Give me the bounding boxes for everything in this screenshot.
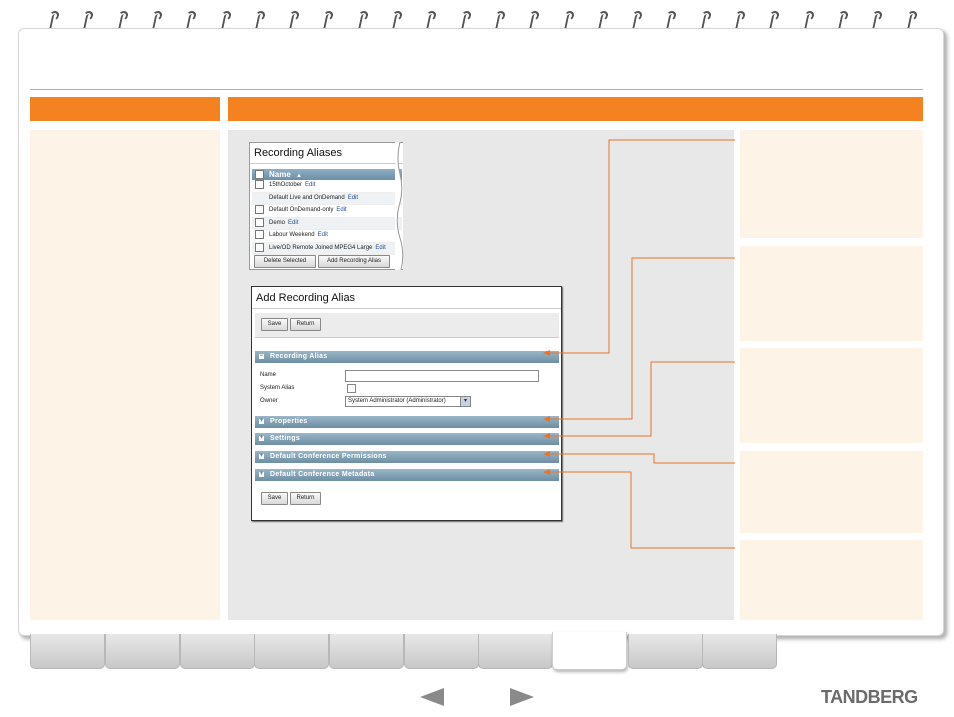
title-rule <box>30 89 923 90</box>
owner-value: System Administrator (Administrator) <box>348 398 446 404</box>
edit-link[interactable]: Edit <box>288 220 298 226</box>
row-checkbox[interactable] <box>255 205 264 214</box>
add-recording-alias-button[interactable]: Add Recording Alias <box>318 255 390 268</box>
name-input[interactable] <box>345 370 539 382</box>
section-label: Default Conference Permissions <box>270 453 387 460</box>
note-box-2 <box>740 246 923 341</box>
plus-square-icon[interactable]: + <box>259 471 264 477</box>
alias-name: Labour Weekend <box>269 232 315 239</box>
note-box-3 <box>740 348 923 443</box>
row-checkbox[interactable] <box>255 230 264 239</box>
section-label: Properties <box>270 418 308 425</box>
return-button-top[interactable]: Return <box>290 318 321 331</box>
tab-9[interactable] <box>628 634 703 669</box>
arrow-left-icon[interactable] <box>420 688 444 706</box>
table-row: Labour Weekend Edit <box>252 230 402 243</box>
table-row: 15thOctober Edit <box>252 180 402 193</box>
right-header-bar <box>228 97 923 121</box>
add-recording-alias-title: Add Recording Alias <box>252 287 561 309</box>
alias-name: Demo <box>269 219 286 226</box>
save-button-top[interactable]: Save <box>261 318 288 331</box>
row-checkbox[interactable] <box>255 193 264 202</box>
minus-square-icon[interactable]: − <box>259 353 264 359</box>
plus-square-icon[interactable]: + <box>259 435 264 441</box>
section-settings[interactable]: + Settings <box>255 433 559 445</box>
section-default-conference-metadata[interactable]: + Default Conference Metadata <box>255 469 559 481</box>
tab-2[interactable] <box>105 634 180 669</box>
row-checkbox[interactable] <box>255 242 264 252</box>
name-label: Name <box>260 372 277 378</box>
name-column-header[interactable]: Name <box>269 170 291 179</box>
aliases-table-header: Name ▲ <box>252 169 402 180</box>
tab-6[interactable] <box>404 634 479 669</box>
system-alias-label: System Alias <box>260 385 295 391</box>
tandberg-logo: TANDBERG <box>821 687 918 707</box>
alias-name: 15thOctober <box>269 182 303 189</box>
torn-edge <box>395 142 404 270</box>
tab-3[interactable] <box>180 634 255 669</box>
row-checkbox[interactable] <box>255 217 264 227</box>
edit-link[interactable]: Edit <box>305 182 315 188</box>
sort-asc-icon[interactable]: ▲ <box>296 173 302 179</box>
table-row: Live/OD Remote Joined MPEG4 Large Edit <box>252 242 402 255</box>
tab-8-active[interactable] <box>552 632 627 670</box>
section-label: Default Conference Metadata <box>270 471 375 478</box>
edit-link[interactable]: Edit <box>375 245 385 251</box>
plus-square-icon[interactable]: + <box>259 453 264 459</box>
alias-name: Default Live and OnDemand <box>269 194 345 201</box>
section-properties[interactable]: + Properties <box>255 416 559 428</box>
aliases-list: 15thOctober Edit Default Live and OnDeman… <box>252 180 402 255</box>
section-recording-alias[interactable]: − Recording Alias <box>255 351 559 363</box>
tab-7[interactable] <box>478 634 553 669</box>
recording-aliases-title: Recording Aliases <box>250 143 403 164</box>
edit-link[interactable]: Edit <box>318 232 328 238</box>
return-button-bottom[interactable]: Return <box>290 492 321 505</box>
edit-link[interactable]: Edit <box>336 207 346 213</box>
note-box-4 <box>740 451 923 533</box>
note-box-1 <box>740 130 923 238</box>
owner-label: Owner <box>260 398 278 404</box>
select-all-checkbox[interactable] <box>255 170 264 180</box>
alias-name: Live/OD Remote Joined MPEG4 Large <box>269 244 373 251</box>
table-row: Default Live and OnDemand Edit <box>252 192 402 205</box>
plus-square-icon[interactable]: + <box>259 418 264 424</box>
system-alias-checkbox[interactable] <box>347 384 356 393</box>
section-label: Settings <box>270 435 301 442</box>
note-box-5 <box>740 540 923 620</box>
tab-10[interactable] <box>702 634 777 669</box>
left-text-panel <box>30 130 220 620</box>
table-row: Default OnDemand-only Edit <box>252 205 402 218</box>
recording-aliases-window: Recording Aliases Name ▲ 15thOctober Edit… <box>249 142 403 270</box>
add-recording-alias-window: Add Recording Alias Save Return − Recordi… <box>251 286 562 521</box>
section-label: Recording Alias <box>270 353 328 360</box>
tab-5[interactable] <box>329 634 404 669</box>
save-button-bottom[interactable]: Save <box>261 492 288 505</box>
section-default-conference-permissions[interactable]: + Default Conference Permissions <box>255 451 559 463</box>
tab-4[interactable] <box>254 634 329 669</box>
chevron-down-icon[interactable]: ▾ <box>460 397 470 406</box>
tab-1[interactable] <box>30 634 105 669</box>
delete-selected-button[interactable]: Delete Selected <box>254 255 316 268</box>
alias-name: Default OnDemand-only <box>269 207 334 214</box>
owner-select[interactable]: System Administrator (Administrator) ▾ <box>345 396 471 407</box>
arrow-right-icon[interactable] <box>510 688 534 706</box>
edit-link[interactable]: Edit <box>348 195 358 201</box>
left-header-bar <box>30 97 220 121</box>
table-row: Demo Edit <box>252 217 402 230</box>
row-checkbox[interactable] <box>255 180 264 189</box>
